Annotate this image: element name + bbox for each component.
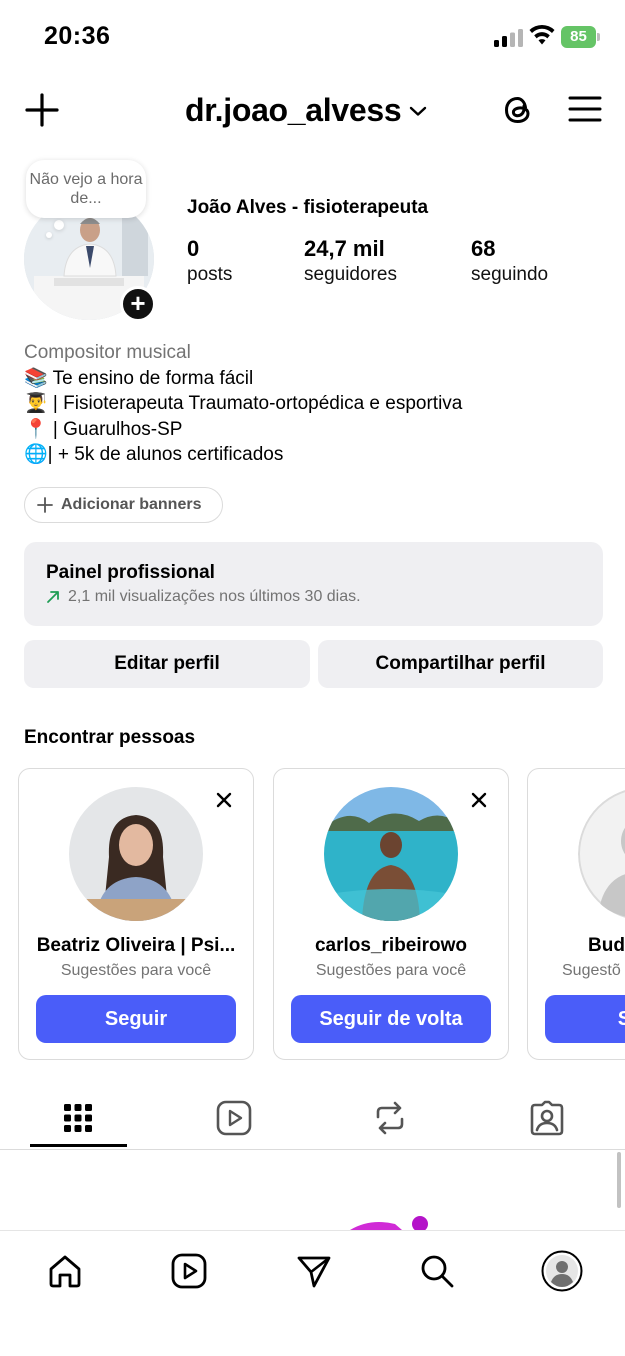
trend-up-arrow-icon bbox=[47, 591, 59, 603]
edit-profile-button[interactable]: Editar perfil bbox=[24, 640, 310, 688]
stat-label: seguindo bbox=[471, 264, 549, 285]
stat-value: 24,7 mil bbox=[304, 236, 385, 261]
grid-icon bbox=[64, 1104, 92, 1132]
follow-button[interactable]: Segui bbox=[545, 995, 625, 1043]
follow-button[interactable]: Seguir bbox=[36, 995, 236, 1043]
views-summary: 2,1 mil visualizações nos últimos 30 dia… bbox=[68, 588, 361, 605]
content-tabs bbox=[0, 1088, 625, 1150]
username-title: dr.joao_alvess bbox=[185, 92, 402, 128]
bio-line: 🌐| + 5k de alunos certificados bbox=[24, 444, 284, 465]
nav-profile[interactable] bbox=[540, 1249, 584, 1293]
suggestion-avatar[interactable] bbox=[324, 787, 458, 921]
suggestion-name: Beatriz Oliveira | Psi... bbox=[36, 935, 236, 956]
suggestion-reason: Sugestões para você bbox=[315, 962, 467, 979]
professional-dashboard-subtitle: 2,1 mil visualizações nos últimos 30 dia… bbox=[46, 588, 603, 606]
stat-value: 68 bbox=[471, 236, 496, 261]
suggestion-name: Bud bbox=[588, 935, 625, 956]
hamburger-menu-icon[interactable] bbox=[568, 94, 602, 124]
professional-dashboard[interactable]: Painel profissional 2,1 mil visualizaçõe… bbox=[24, 542, 603, 626]
bottom-navigation bbox=[0, 1230, 625, 1356]
account-switcher[interactable]: dr.joao_alvess bbox=[185, 92, 427, 129]
threads-icon[interactable] bbox=[498, 90, 538, 130]
status-bar: 20:36 85 bbox=[0, 0, 625, 70]
stat-label: posts bbox=[187, 264, 233, 285]
suggestion-name: carlos_ribeirowo bbox=[314, 935, 468, 956]
avatar-illustration bbox=[69, 787, 203, 921]
plus-icon[interactable] bbox=[24, 92, 60, 128]
professional-dashboard-title: Painel profissional bbox=[46, 562, 215, 583]
suggestion-avatar[interactable] bbox=[578, 787, 625, 921]
scrollbar[interactable] bbox=[617, 1152, 621, 1208]
tab-tagged[interactable] bbox=[487, 1088, 607, 1148]
close-icon[interactable] bbox=[215, 791, 233, 809]
suggestion-avatar[interactable] bbox=[69, 787, 203, 921]
search-icon bbox=[421, 1255, 454, 1288]
display-name: João Alves - fisioterapeuta bbox=[187, 197, 429, 218]
stat-following[interactable]: 68 seguindo bbox=[471, 236, 548, 286]
add-banners-button[interactable]: Adicionar banners bbox=[24, 487, 223, 523]
tab-grid[interactable] bbox=[18, 1088, 138, 1148]
suggestion-card[interactable]: Beatriz Oliveira | Psi... Sugestões para… bbox=[18, 768, 254, 1060]
wifi-icon bbox=[529, 24, 555, 45]
chevron-down-icon bbox=[410, 106, 427, 116]
stat-posts[interactable]: 0 posts bbox=[187, 236, 232, 286]
stat-followers[interactable]: 24,7 mil seguidores bbox=[304, 236, 397, 286]
status-time: 20:36 bbox=[44, 22, 111, 50]
battery-level: 85 bbox=[561, 26, 596, 48]
suggestion-card[interactable]: carlos_ribeirowo Sugestões para você Seg… bbox=[273, 768, 509, 1060]
avatar-illustration bbox=[324, 787, 458, 921]
find-people-title: Encontrar pessoas bbox=[24, 727, 196, 748]
close-icon[interactable] bbox=[470, 791, 488, 809]
reels-icon bbox=[216, 1100, 252, 1136]
add-banners-label: Adicionar banners bbox=[61, 496, 202, 513]
nav-reels[interactable] bbox=[167, 1249, 211, 1293]
active-tab-indicator bbox=[30, 1144, 127, 1147]
profile-header: dr.joao_alvess bbox=[0, 78, 625, 144]
plus-icon bbox=[37, 497, 53, 513]
bio-line: 📚 Te ensino de forma fácil bbox=[24, 367, 254, 389]
suggestion-reason: Sugestões para você bbox=[60, 962, 212, 979]
add-story-icon[interactable]: + bbox=[120, 286, 156, 322]
reels-icon bbox=[171, 1253, 207, 1289]
stat-value: 0 bbox=[187, 236, 200, 261]
note-bubble-tail bbox=[54, 220, 64, 230]
suggestion-card[interactable]: Bud Sugestõ Segui bbox=[527, 768, 625, 1060]
share-profile-button[interactable]: Compartilhar perfil bbox=[318, 640, 603, 688]
default-avatar-icon bbox=[578, 790, 625, 918]
tab-reels[interactable] bbox=[174, 1088, 294, 1148]
bio-line: 📍 | Guarulhos-SP bbox=[24, 418, 183, 440]
direct-message-icon bbox=[297, 1256, 331, 1288]
battery-indicator: 85 bbox=[561, 26, 601, 48]
nav-direct[interactable] bbox=[292, 1249, 336, 1293]
cellular-signal-icon bbox=[494, 29, 523, 47]
home-icon bbox=[49, 1255, 81, 1288]
content-peek-graphic bbox=[350, 1216, 428, 1230]
nav-search[interactable] bbox=[415, 1249, 459, 1293]
bio: Compositor musical 📚 Te ensino de forma … bbox=[24, 340, 604, 468]
profile-note[interactable]: Não vejo a hora de... bbox=[26, 160, 146, 218]
nav-home[interactable] bbox=[43, 1249, 87, 1293]
profile-avatar-icon bbox=[541, 1250, 583, 1292]
profile-category: Compositor musical bbox=[24, 342, 191, 363]
profile-note-text: Não vejo a hora de... bbox=[29, 171, 143, 207]
reposts-icon bbox=[376, 1101, 404, 1135]
note-bubble-tail-small bbox=[46, 232, 52, 238]
follow-back-button[interactable]: Seguir de volta bbox=[291, 995, 491, 1043]
tagged-icon bbox=[530, 1100, 564, 1136]
bio-line: 👨‍🎓 | Fisioterapeuta Traumato-ortopédica… bbox=[24, 393, 463, 414]
suggestion-reason: Sugestõ bbox=[562, 962, 621, 979]
stat-label: seguidores bbox=[304, 264, 397, 285]
tab-reposts[interactable] bbox=[330, 1088, 450, 1148]
battery-tip bbox=[597, 33, 600, 41]
